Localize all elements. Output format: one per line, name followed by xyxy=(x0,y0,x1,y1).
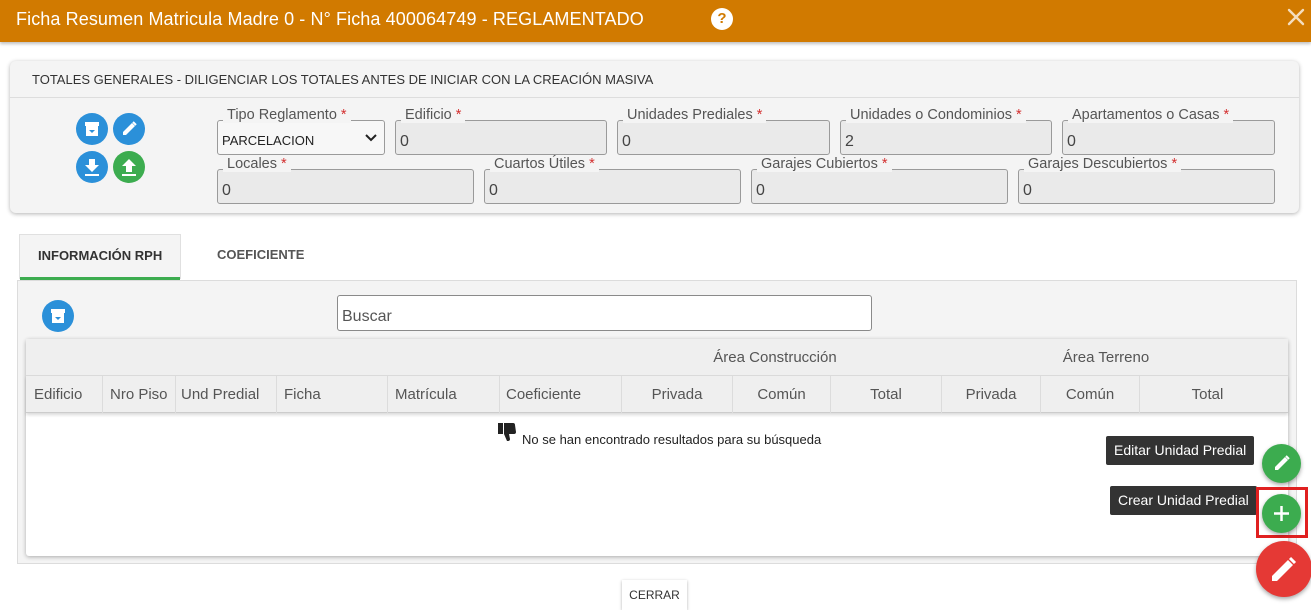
required-mark: * xyxy=(881,156,888,172)
unidades-prediales-label: Unidades Prediales xyxy=(627,107,753,123)
required-mark: * xyxy=(756,107,763,123)
cuartos-utiles-field[interactable]: 0 Cuartos Útiles * xyxy=(484,156,741,204)
archive-icon xyxy=(51,309,65,323)
search-input[interactable]: Buscar xyxy=(337,295,872,331)
garajes-cubiertos-value: 0 xyxy=(756,182,765,199)
garajes-cubiertos-field[interactable]: 0 Garajes Cubiertos * xyxy=(751,156,1008,204)
modal-title: Ficha Resumen Matricula Madre 0 - N° Fic… xyxy=(16,9,644,29)
locales-value: 0 xyxy=(222,182,231,199)
download-icon xyxy=(85,159,99,176)
totals-card: TOTALES GENERALES - DILIGENCIAR LOS TOTA… xyxy=(10,61,1299,213)
modal-title-bar: Ficha Resumen Matricula Madre 0 - N° Fic… xyxy=(0,0,1311,42)
table-group-header: Área Construcción Área Terreno xyxy=(26,339,1288,376)
pencil-icon xyxy=(1275,455,1290,470)
unidades-condominios-field[interactable]: 2 Unidades o Condominios * xyxy=(840,107,1052,155)
create-unit-button[interactable] xyxy=(1262,494,1301,533)
required-mark: * xyxy=(589,156,595,172)
edificio-label: Edificio xyxy=(405,107,452,123)
create-unit-tooltip: Crear Unidad Predial xyxy=(1110,486,1257,515)
group-area-construccion: Área Construcción xyxy=(713,349,837,366)
required-mark: * xyxy=(455,107,462,123)
col-construccion-comun[interactable]: Común xyxy=(733,376,830,413)
garajes-descubiertos-field[interactable]: 0 Garajes Descubiertos * xyxy=(1018,156,1275,204)
apartamentos-casas-label: Apartamentos o Casas xyxy=(1072,107,1220,123)
edificio-field[interactable]: 0 Edificio * xyxy=(395,107,607,155)
unidades-condominios-value: 2 xyxy=(845,133,854,150)
group-area-terreno: Área Terreno xyxy=(1062,349,1150,366)
garajes-descubiertos-label: Garajes Descubiertos xyxy=(1028,156,1168,172)
required-mark: * xyxy=(1016,107,1022,123)
edificio-value: 0 xyxy=(400,133,409,150)
units-table: Área Construcción Área Terreno Edificio … xyxy=(26,339,1288,556)
col-construccion-privada[interactable]: Privada xyxy=(622,376,732,413)
upload-button[interactable] xyxy=(113,151,145,183)
pencil-icon xyxy=(123,121,137,135)
apartamentos-casas-value: 0 xyxy=(1067,133,1076,150)
totals-heading: TOTALES GENERALES - DILIGENCIAR LOS TOTA… xyxy=(32,72,654,87)
locales-field[interactable]: 0 Locales * xyxy=(217,156,474,204)
garajes-descubiertos-value: 0 xyxy=(1023,182,1032,199)
required-mark: * xyxy=(1223,107,1230,123)
col-ficha[interactable]: Ficha xyxy=(284,376,321,413)
col-construccion-total[interactable]: Total xyxy=(831,376,941,413)
pencil-icon xyxy=(1272,556,1297,581)
col-matricula[interactable]: Matrícula xyxy=(395,376,457,413)
close-button[interactable]: CERRAR xyxy=(622,580,687,610)
col-terreno-comun[interactable]: Común xyxy=(1041,376,1139,413)
archive-table-button[interactable] xyxy=(42,300,74,332)
main-edit-fab[interactable] xyxy=(1256,541,1311,597)
archive-button[interactable] xyxy=(76,113,108,145)
col-terreno-privada[interactable]: Privada xyxy=(942,376,1040,413)
chevron-down-icon xyxy=(365,134,377,142)
col-nro-piso[interactable]: Nro Piso xyxy=(110,376,168,413)
unidades-prediales-value: 0 xyxy=(622,133,631,150)
plus-icon xyxy=(1274,506,1289,521)
thumbs-down-icon xyxy=(498,423,516,441)
required-mark: * xyxy=(340,107,347,123)
close-icon[interactable] xyxy=(1286,7,1306,27)
locales-label: Locales xyxy=(227,156,277,172)
edit-unit-tooltip: Editar Unidad Predial xyxy=(1106,436,1255,465)
col-terreno-total[interactable]: Total xyxy=(1140,376,1275,413)
col-coeficiente[interactable]: Coeficiente xyxy=(506,376,581,413)
unidades-condominios-label: Unidades o Condominios xyxy=(850,107,1013,123)
upload-icon xyxy=(122,159,136,176)
col-edificio[interactable]: Edificio xyxy=(34,376,82,413)
tab-informacion-rph[interactable]: INFORMACIÓN RPH xyxy=(19,234,181,280)
apartamentos-casas-field[interactable]: 0 Apartamentos o Casas * xyxy=(1062,107,1275,155)
required-mark: * xyxy=(1171,156,1178,172)
cuartos-utiles-label: Cuartos Útiles xyxy=(494,156,586,172)
empty-message: No se han encontrado resultados para su … xyxy=(522,432,822,447)
archive-icon xyxy=(85,122,99,136)
garajes-cubiertos-label: Garajes Cubiertos xyxy=(761,156,878,172)
edit-unit-button[interactable] xyxy=(1262,444,1301,483)
download-button[interactable] xyxy=(76,151,108,183)
tipo-reglamento-label: Tipo Reglamento xyxy=(227,107,337,123)
col-und-predial[interactable]: Und Predial xyxy=(181,376,259,413)
help-icon[interactable]: ? xyxy=(711,8,733,30)
required-mark: * xyxy=(281,156,287,172)
unidades-prediales-field[interactable]: 0 Unidades Prediales * xyxy=(617,107,830,155)
tab-coeficiente[interactable]: COEFICIENTE xyxy=(217,247,304,262)
divider xyxy=(10,97,1299,98)
cuartos-utiles-value: 0 xyxy=(489,182,498,199)
tab-informacion-rph-label: INFORMACIÓN RPH xyxy=(38,248,163,263)
tipo-reglamento-select[interactable]: PARCELACION Tipo Reglamento * xyxy=(217,107,385,155)
table-header: Edificio Nro Piso Und Predial Ficha Matr… xyxy=(26,376,1288,413)
search-placeholder: Buscar xyxy=(342,308,392,325)
tipo-reglamento-value: PARCELACION xyxy=(222,133,315,148)
edit-totals-button[interactable] xyxy=(113,113,145,145)
